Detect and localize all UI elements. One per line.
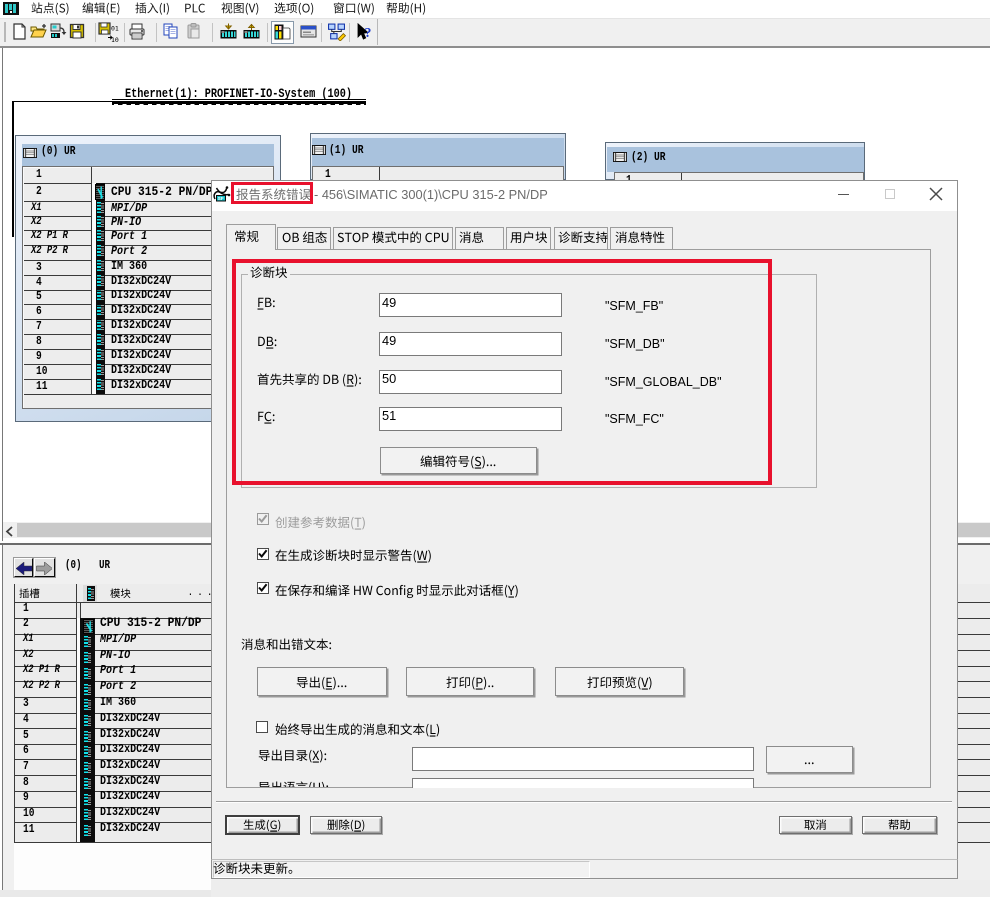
svg-text:SF: SF xyxy=(217,196,223,201)
svg-text:10: 10 xyxy=(111,36,119,42)
svg-text:?: ? xyxy=(364,25,371,40)
svg-text:01: 01 xyxy=(111,25,119,33)
